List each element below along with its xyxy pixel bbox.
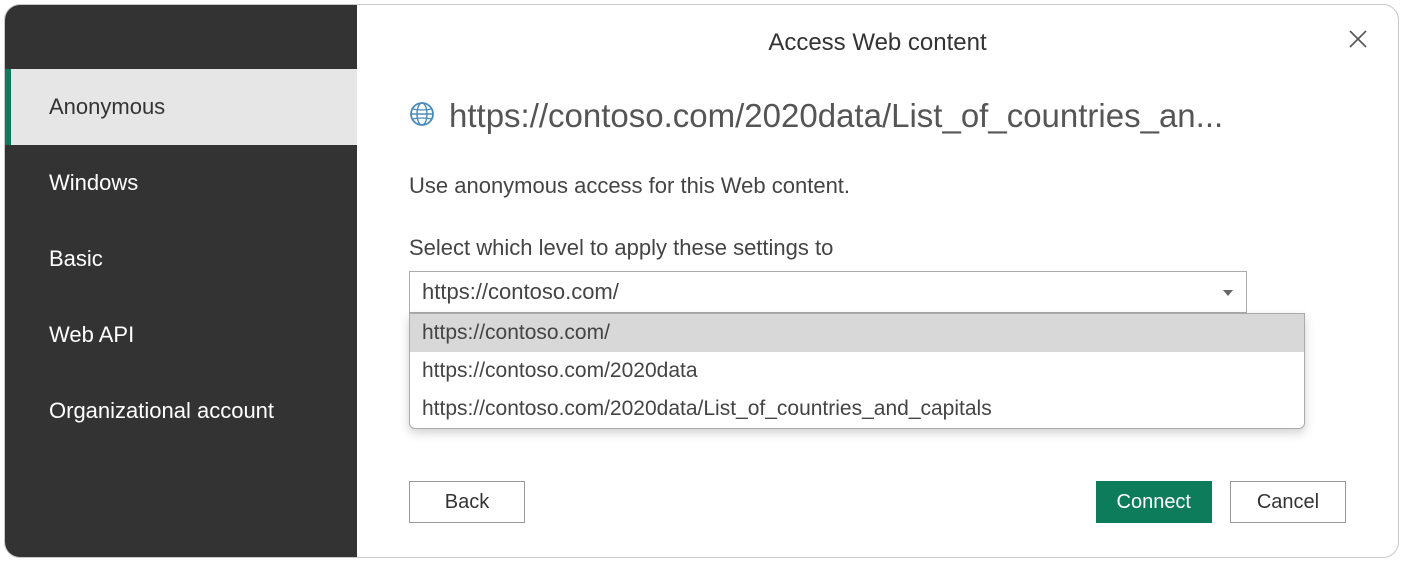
sidebar-item-label: Basic <box>49 246 103 272</box>
sidebar-item-label: Anonymous <box>49 94 165 120</box>
level-dropdown: https://contoso.com/ https://contoso.com… <box>409 313 1305 429</box>
globe-icon <box>409 101 435 132</box>
dialog-title: Access Web content <box>357 29 1398 57</box>
sidebar-item-basic[interactable]: Basic <box>5 221 357 297</box>
url-row: https://contoso.com/2020data/List_of_cou… <box>409 97 1346 135</box>
cancel-button[interactable]: Cancel <box>1230 481 1346 523</box>
close-icon <box>1348 29 1368 54</box>
sidebar-item-label: Windows <box>49 170 138 196</box>
dropdown-option[interactable]: https://contoso.com/ <box>410 314 1304 352</box>
url-display: https://contoso.com/2020data/List_of_cou… <box>449 97 1346 135</box>
button-row: Back Connect Cancel <box>409 481 1346 523</box>
sidebar-item-organizational-account[interactable]: Organizational account <box>5 373 357 449</box>
dropdown-option[interactable]: https://contoso.com/2020data/List_of_cou… <box>410 390 1304 428</box>
auth-description: Use anonymous access for this Web conten… <box>409 173 1346 199</box>
connect-button[interactable]: Connect <box>1096 481 1213 523</box>
button-label: Back <box>445 491 489 514</box>
back-button[interactable]: Back <box>409 481 525 523</box>
level-combobox[interactable]: https://contoso.com/ <box>409 271 1247 313</box>
sidebar-item-label: Web API <box>49 322 134 348</box>
auth-method-sidebar: Anonymous Windows Basic Web API Organiza… <box>5 5 357 557</box>
sidebar-item-windows[interactable]: Windows <box>5 145 357 221</box>
button-label: Cancel <box>1257 491 1319 514</box>
sidebar-item-web-api[interactable]: Web API <box>5 297 357 373</box>
access-web-content-dialog: Anonymous Windows Basic Web API Organiza… <box>4 4 1399 558</box>
close-button[interactable] <box>1340 23 1376 59</box>
dropdown-option-label: https://contoso.com/2020data/List_of_cou… <box>422 397 992 421</box>
chevron-down-icon <box>1222 279 1234 305</box>
dropdown-option-label: https://contoso.com/ <box>422 321 610 345</box>
dropdown-option[interactable]: https://contoso.com/2020data <box>410 352 1304 390</box>
main-panel: Access Web content https://contoso.com/2… <box>357 5 1398 557</box>
level-select-label: Select which level to apply these settin… <box>409 235 1346 261</box>
combo-selected-value: https://contoso.com/ <box>422 279 619 305</box>
sidebar-item-label: Organizational account <box>49 398 274 424</box>
sidebar-item-anonymous[interactable]: Anonymous <box>5 69 357 145</box>
level-combo-wrapper: https://contoso.com/ https://contoso.com… <box>409 271 1247 313</box>
dropdown-option-label: https://contoso.com/2020data <box>422 359 698 383</box>
content-area: https://contoso.com/2020data/List_of_cou… <box>357 97 1398 313</box>
right-button-group: Connect Cancel <box>1096 481 1347 523</box>
button-label: Connect <box>1117 491 1192 514</box>
